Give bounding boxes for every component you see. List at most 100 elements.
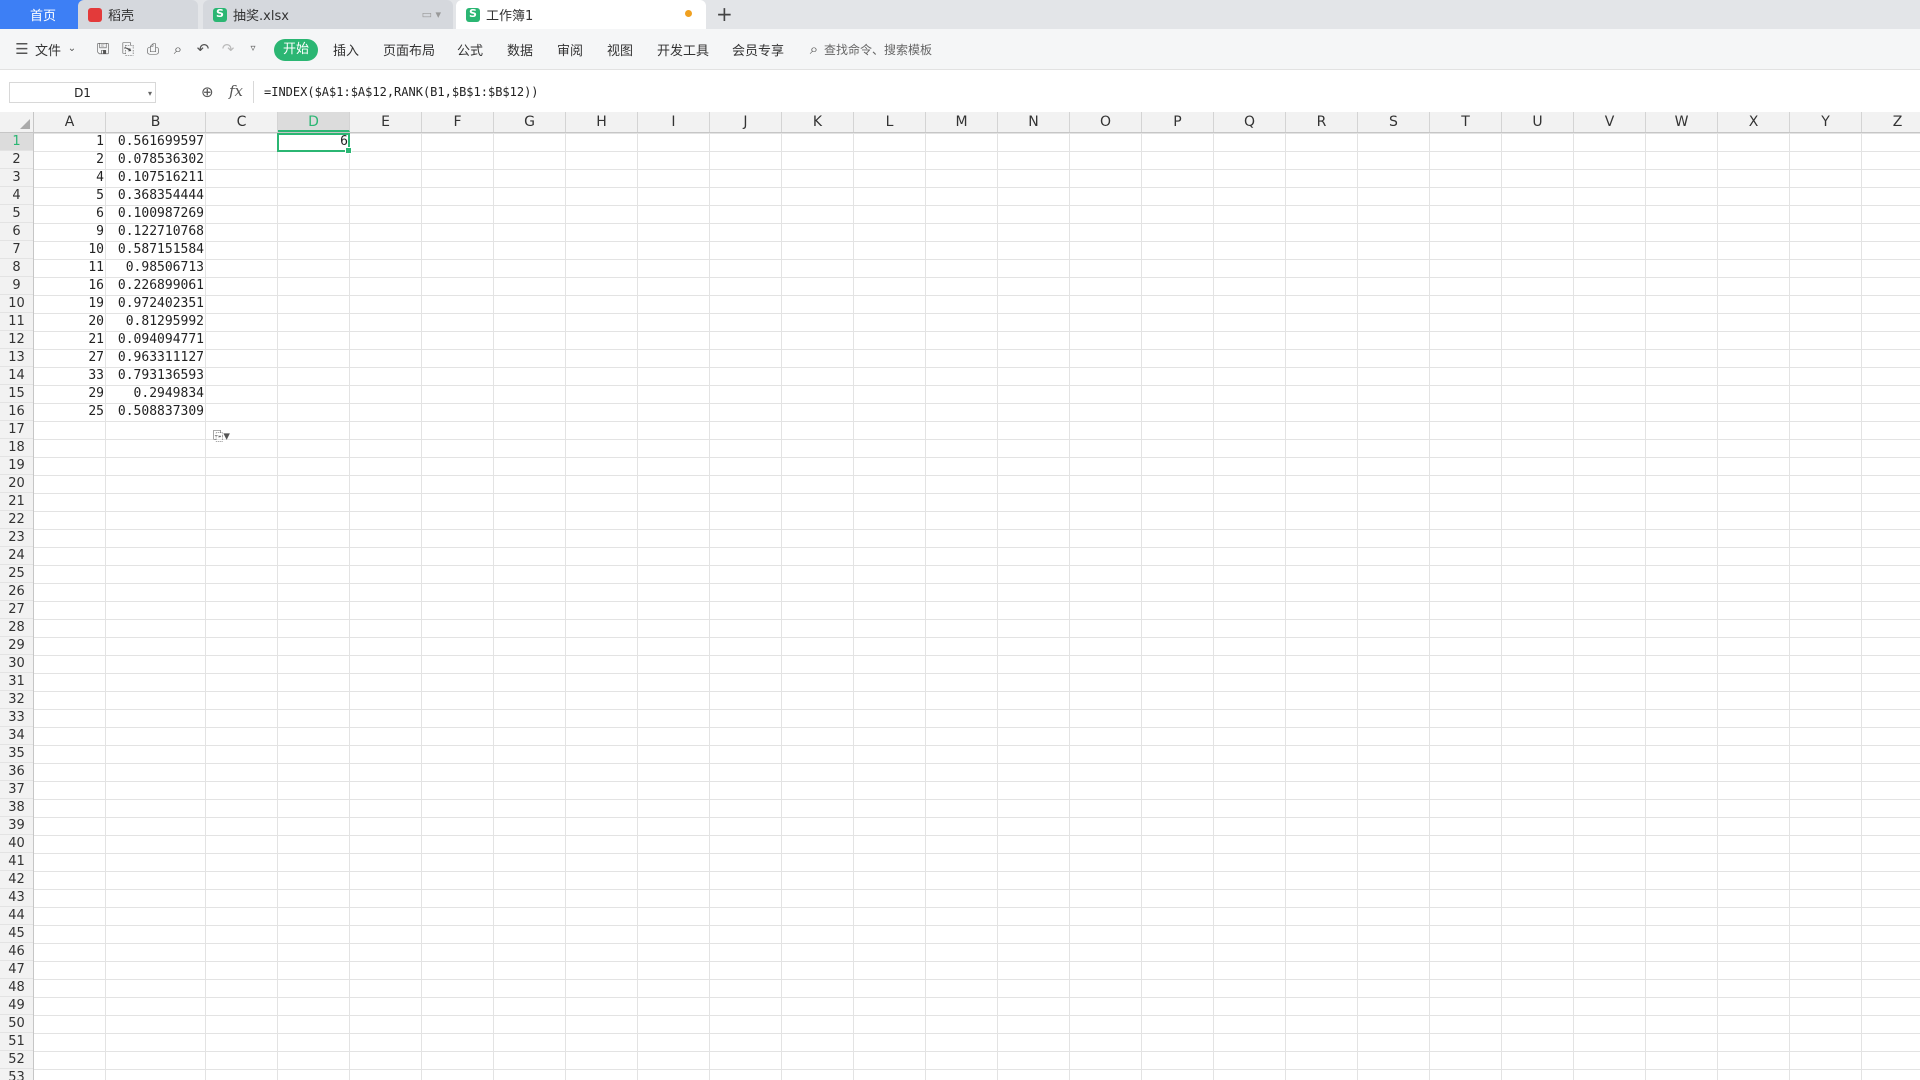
tab-start[interactable]: 开始: [274, 39, 318, 61]
tab-workbook1[interactable]: 工作簿1: [456, 0, 706, 29]
tab-home[interactable]: 首页: [0, 0, 86, 29]
cell-b3[interactable]: 0.107516211: [106, 169, 206, 187]
row-header-48[interactable]: 48: [0, 979, 33, 997]
row-header-42[interactable]: 42: [0, 871, 33, 889]
paste-options-icon[interactable]: ⎘▾: [213, 429, 230, 444]
row-header-20[interactable]: 20: [0, 475, 33, 493]
cell-b5[interactable]: 0.100987269: [106, 205, 206, 223]
column-header-v[interactable]: V: [1574, 112, 1646, 132]
cell-a4[interactable]: 5: [34, 187, 106, 205]
row-header-3[interactable]: 3: [0, 169, 33, 187]
tab-view[interactable]: 视图: [607, 40, 633, 59]
row-header-11[interactable]: 11: [0, 313, 33, 331]
tab-data[interactable]: 数据: [507, 40, 533, 59]
tab-daoke[interactable]: 稻壳: [78, 0, 198, 29]
row-header-18[interactable]: 18: [0, 439, 33, 457]
row-header-47[interactable]: 47: [0, 961, 33, 979]
row-header-40[interactable]: 40: [0, 835, 33, 853]
column-header-c[interactable]: C: [206, 112, 278, 132]
row-header-4[interactable]: 4: [0, 187, 33, 205]
column-header-x[interactable]: X: [1718, 112, 1790, 132]
row-header-44[interactable]: 44: [0, 907, 33, 925]
row-header-22[interactable]: 22: [0, 511, 33, 529]
column-header-u[interactable]: U: [1502, 112, 1574, 132]
cell-b7[interactable]: 0.587151584: [106, 241, 206, 259]
print-icon[interactable]: ⎙: [145, 41, 161, 57]
column-header-p[interactable]: P: [1142, 112, 1214, 132]
export-icon[interactable]: ⎘: [120, 41, 136, 57]
row-header-27[interactable]: 27: [0, 601, 33, 619]
undo-icon[interactable]: ↶: [195, 41, 211, 57]
zoom-icon[interactable]: ⊕: [201, 83, 214, 101]
row-header-5[interactable]: 5: [0, 205, 33, 223]
cell-a3[interactable]: 4: [34, 169, 106, 187]
cell-a10[interactable]: 19: [34, 295, 106, 313]
name-box[interactable]: D1 ▾: [9, 82, 156, 103]
cell-b14[interactable]: 0.793136593: [106, 367, 206, 385]
cell-a2[interactable]: 2: [34, 151, 106, 169]
row-header-17[interactable]: 17: [0, 421, 33, 439]
cell-d1[interactable]: 6: [278, 133, 350, 151]
column-header-r[interactable]: R: [1286, 112, 1358, 132]
command-search[interactable]: 查找命令、搜索模板: [824, 41, 932, 58]
row-header-1[interactable]: 1: [0, 133, 33, 151]
row-header-49[interactable]: 49: [0, 997, 33, 1015]
print-preview-icon[interactable]: ⌕: [170, 41, 186, 57]
column-header-t[interactable]: T: [1430, 112, 1502, 132]
row-header-43[interactable]: 43: [0, 889, 33, 907]
row-header-16[interactable]: 16: [0, 403, 33, 421]
new-tab-button[interactable]: +: [716, 2, 733, 26]
column-header-e[interactable]: E: [350, 112, 422, 132]
cell-a9[interactable]: 16: [34, 277, 106, 295]
cell-area[interactable]: 1 2 4 5 6 9 10 11 16 19 20 21 27 33 29 25 0.561699597 0.0…: [34, 133, 1920, 1080]
row-header-19[interactable]: 19: [0, 457, 33, 475]
fx-icon[interactable]: fx: [229, 82, 243, 100]
column-header-s[interactable]: S: [1358, 112, 1430, 132]
cell-a1[interactable]: 1: [34, 133, 106, 151]
cell-a13[interactable]: 27: [34, 349, 106, 367]
row-header-38[interactable]: 38: [0, 799, 33, 817]
chevron-down-icon[interactable]: ▾: [148, 83, 152, 104]
cell-a14[interactable]: 33: [34, 367, 106, 385]
row-header-7[interactable]: 7: [0, 241, 33, 259]
row-header-53[interactable]: 53: [0, 1069, 33, 1080]
row-header-34[interactable]: 34: [0, 727, 33, 745]
cell-b16[interactable]: 0.508837309: [106, 403, 206, 421]
cell-b8[interactable]: 0.98506713: [106, 259, 206, 277]
cell-b10[interactable]: 0.972402351: [106, 295, 206, 313]
formula-input[interactable]: =INDEX($A$1:$A$12,RANK(B1,$B$1:$B$12)): [253, 81, 1920, 103]
cell-b9[interactable]: 0.226899061: [106, 277, 206, 295]
tab-dev-tools[interactable]: 开发工具: [657, 40, 709, 59]
row-header-15[interactable]: 15: [0, 385, 33, 403]
tab-menu-icon[interactable]: ▭ ▾: [422, 8, 441, 21]
cell-a15[interactable]: 29: [34, 385, 106, 403]
column-header-w[interactable]: W: [1646, 112, 1718, 132]
row-header-30[interactable]: 30: [0, 655, 33, 673]
cell-a11[interactable]: 20: [34, 313, 106, 331]
column-header-d[interactable]: D: [278, 112, 350, 132]
quick-access-dropdown-icon[interactable]: ▿: [245, 41, 261, 57]
row-header-14[interactable]: 14: [0, 367, 33, 385]
select-all-corner[interactable]: [0, 112, 34, 132]
redo-icon[interactable]: ↷: [220, 41, 236, 57]
row-header-23[interactable]: 23: [0, 529, 33, 547]
save-icon[interactable]: 🖫: [95, 41, 111, 57]
column-header-y[interactable]: Y: [1790, 112, 1862, 132]
row-header-24[interactable]: 24: [0, 547, 33, 565]
row-header-31[interactable]: 31: [0, 673, 33, 691]
cell-a6[interactable]: 9: [34, 223, 106, 241]
row-header-36[interactable]: 36: [0, 763, 33, 781]
column-header-g[interactable]: G: [494, 112, 566, 132]
row-header-46[interactable]: 46: [0, 943, 33, 961]
chevron-down-icon[interactable]: ⌄: [64, 41, 80, 57]
file-menu[interactable]: 文件: [35, 40, 61, 59]
row-header-13[interactable]: 13: [0, 349, 33, 367]
tab-page-layout[interactable]: 页面布局: [383, 40, 435, 59]
column-header-a[interactable]: A: [34, 112, 106, 132]
column-header-q[interactable]: Q: [1214, 112, 1286, 132]
row-header-6[interactable]: 6: [0, 223, 33, 241]
cell-a8[interactable]: 11: [34, 259, 106, 277]
row-header-26[interactable]: 26: [0, 583, 33, 601]
cell-b11[interactable]: 0.81295992: [106, 313, 206, 331]
column-header-h[interactable]: H: [566, 112, 638, 132]
